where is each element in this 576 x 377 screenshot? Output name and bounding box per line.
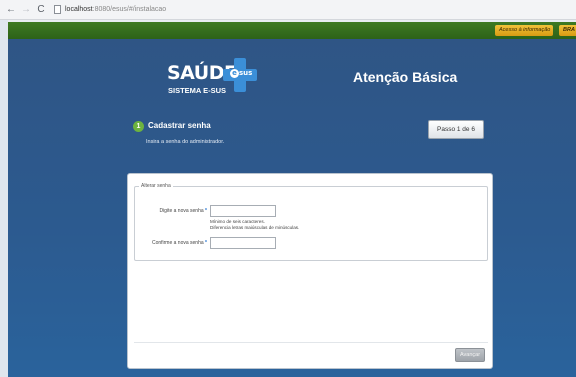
new-password-input[interactable] (210, 205, 276, 217)
password-form-card: Alterar senha Digite a nova senha * Míni… (127, 173, 493, 369)
step-progress-button[interactable]: Passo 1 de 6 (428, 120, 484, 139)
access-info-link[interactable]: Acesso à informação (495, 25, 553, 36)
confirm-password-input[interactable] (210, 237, 276, 249)
page-icon (54, 5, 61, 14)
browser-toolbar: ← → C localhost:8080/esus/#/instalacao (0, 0, 576, 20)
new-password-label: Digite a nova senha * (159, 208, 207, 214)
step-title: Cadastrar senha (148, 121, 211, 130)
left-gutter (0, 20, 8, 377)
step-description: Insira a senha do administrador. (146, 139, 225, 145)
address-bar[interactable]: localhost:8080/esus/#/instalacao (54, 5, 166, 14)
government-bar: Acesso à informação BRA (8, 22, 576, 39)
step-number-badge: 1 (133, 121, 144, 132)
change-password-fieldset: Alterar senha Digite a nova senha * Míni… (134, 183, 488, 261)
main-area: SAÚDE e sus SISTEMA E-SUS Atenção Básica … (8, 39, 576, 377)
url-text[interactable]: localhost:8080/esus/#/instalacao (65, 6, 166, 13)
password-hint-case: Diferencia letras maiúsculas de minúscul… (210, 225, 300, 230)
logo-badge: e sus (230, 69, 252, 78)
page-title: Atenção Básica (353, 69, 458, 85)
fieldset-legend: Alterar senha (139, 183, 173, 189)
saude-esus-logo: SAÚDE e sus SISTEMA E-SUS (160, 58, 260, 100)
back-icon[interactable]: ← (6, 4, 16, 16)
reload-icon[interactable]: C (36, 4, 46, 16)
footer-divider (134, 342, 488, 343)
brasil-link[interactable]: BRA (559, 25, 576, 36)
forward-icon[interactable]: → (21, 4, 31, 16)
logo-subtitle: SISTEMA E-SUS (168, 86, 227, 95)
confirm-password-label: Confirme a nova senha * (151, 240, 207, 246)
next-button[interactable]: Avançar (455, 348, 485, 362)
